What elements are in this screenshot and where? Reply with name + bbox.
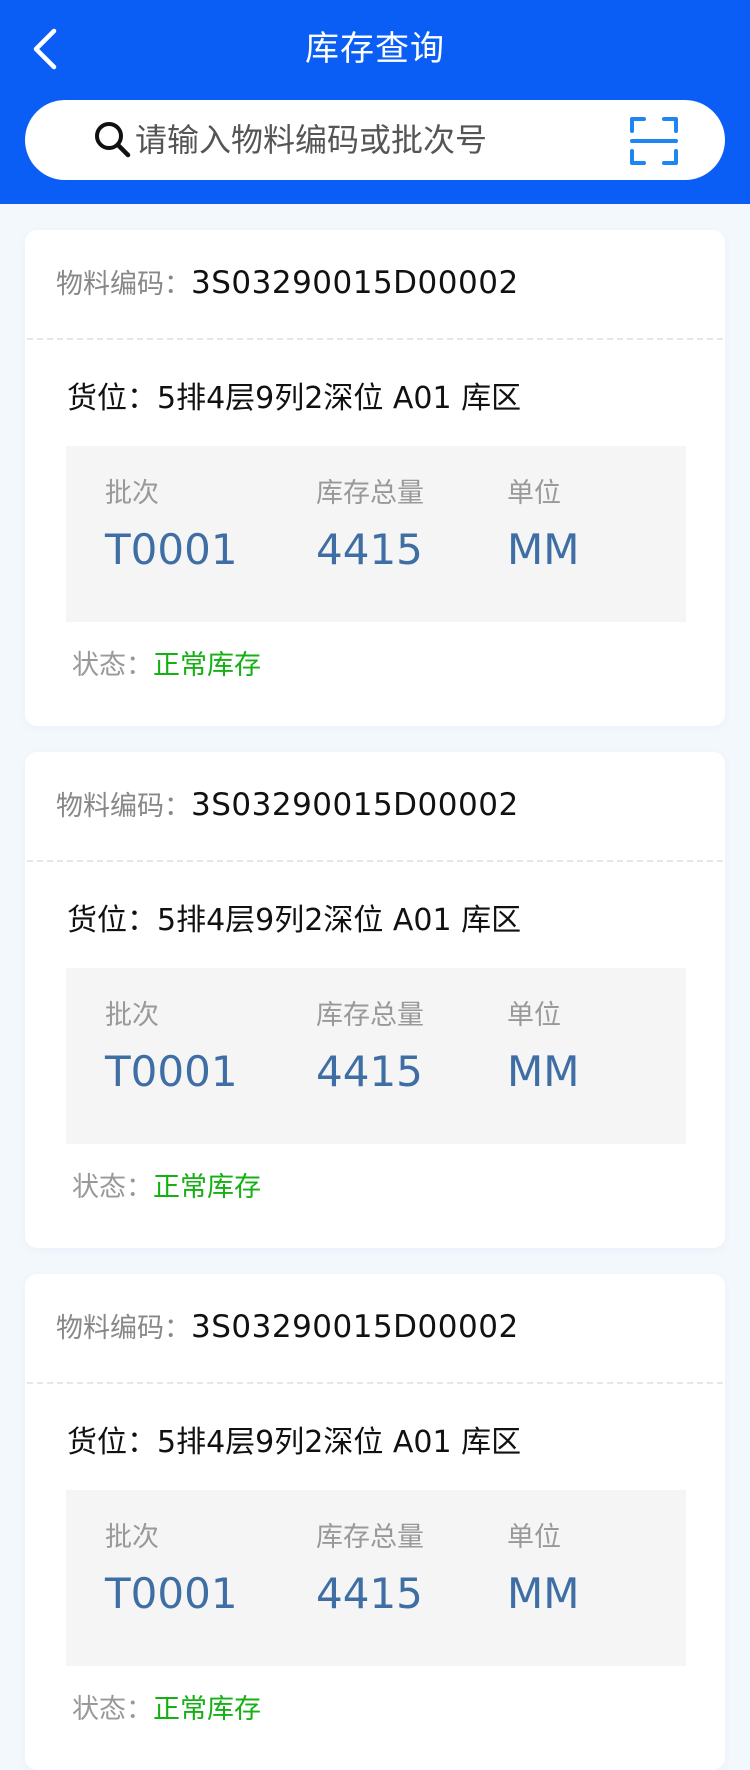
unit-value: MM bbox=[507, 1569, 580, 1618]
batch-label: 批次 bbox=[105, 1522, 159, 1553]
unit-value: MM bbox=[507, 525, 580, 574]
material-code-row: 物料编码：3S03290015D00002 bbox=[56, 1302, 519, 1352]
nav-header: 库存查询 bbox=[0, 0, 750, 204]
inventory-card[interactable]: 物料编码：3S03290015D00002 货位：5排4层9列2深位 A01 库… bbox=[25, 752, 725, 1248]
stock-info-box: 批次 T0001 库存总量 4415 单位 MM bbox=[66, 968, 686, 1144]
search-input[interactable] bbox=[135, 112, 615, 168]
divider bbox=[27, 1382, 723, 1384]
location-label: 货位： bbox=[67, 903, 157, 938]
total-stock-value: 4415 bbox=[316, 1569, 423, 1618]
total-stock-value: 4415 bbox=[316, 525, 423, 574]
status-label: 状态： bbox=[72, 650, 153, 681]
status-label: 状态： bbox=[72, 1172, 153, 1203]
total-stock-column: 库存总量 4415 bbox=[316, 1520, 424, 1622]
location-label: 货位： bbox=[67, 1425, 157, 1460]
scan-button[interactable] bbox=[629, 116, 679, 166]
status-value: 正常库存 bbox=[153, 650, 261, 681]
material-code-label: 物料编码： bbox=[56, 269, 191, 300]
divider bbox=[27, 338, 723, 340]
unit-column: 单位 MM bbox=[507, 1520, 579, 1622]
batch-value: T0001 bbox=[105, 1569, 238, 1618]
status-value: 正常库存 bbox=[153, 1694, 261, 1725]
material-code-label: 物料编码： bbox=[56, 791, 191, 822]
total-stock-value: 4415 bbox=[316, 1047, 423, 1096]
material-code-label: 物料编码： bbox=[56, 1313, 191, 1344]
location-row: 货位：5排4层9列2深位 A01 库区 bbox=[67, 898, 521, 944]
total-stock-column: 库存总量 4415 bbox=[316, 476, 424, 578]
material-code-value: 3S03290015D00002 bbox=[191, 1309, 519, 1345]
location-row: 货位：5排4层9列2深位 A01 库区 bbox=[67, 1420, 521, 1466]
status-label: 状态： bbox=[72, 1694, 153, 1725]
material-code-value: 3S03290015D00002 bbox=[191, 787, 519, 823]
unit-value: MM bbox=[507, 1047, 580, 1096]
location-value: 5排4层9列2深位 A01 库区 bbox=[157, 1425, 522, 1460]
unit-label: 单位 bbox=[507, 478, 561, 509]
total-stock-label: 库存总量 bbox=[316, 478, 424, 509]
stock-info-box: 批次 T0001 库存总量 4415 单位 MM bbox=[66, 446, 686, 622]
material-code-row: 物料编码：3S03290015D00002 bbox=[56, 258, 519, 308]
location-value: 5排4层9列2深位 A01 库区 bbox=[157, 381, 522, 416]
location-row: 货位：5排4层9列2深位 A01 库区 bbox=[67, 376, 521, 422]
inventory-card[interactable]: 物料编码：3S03290015D00002 货位：5排4层9列2深位 A01 库… bbox=[25, 230, 725, 726]
search-bar[interactable] bbox=[25, 100, 725, 180]
status-value: 正常库存 bbox=[153, 1172, 261, 1203]
search-icon bbox=[95, 122, 131, 158]
status-row: 状态：正常库存 bbox=[72, 1168, 261, 1211]
batch-column: 批次 T0001 bbox=[105, 476, 238, 578]
unit-label: 单位 bbox=[507, 1522, 561, 1553]
scan-icon bbox=[630, 117, 678, 165]
batch-value: T0001 bbox=[105, 525, 238, 574]
batch-column: 批次 T0001 bbox=[105, 998, 238, 1100]
unit-label: 单位 bbox=[507, 1000, 561, 1031]
batch-label: 批次 bbox=[105, 478, 159, 509]
total-stock-column: 库存总量 4415 bbox=[316, 998, 424, 1100]
page-title: 库存查询 bbox=[305, 29, 445, 69]
unit-column: 单位 MM bbox=[507, 998, 579, 1100]
batch-value: T0001 bbox=[105, 1047, 238, 1096]
status-row: 状态：正常库存 bbox=[72, 1690, 261, 1733]
batch-column: 批次 T0001 bbox=[105, 1520, 238, 1622]
total-stock-label: 库存总量 bbox=[316, 1522, 424, 1553]
material-code-value: 3S03290015D00002 bbox=[191, 265, 519, 301]
location-value: 5排4层9列2深位 A01 库区 bbox=[157, 903, 522, 938]
material-code-row: 物料编码：3S03290015D00002 bbox=[56, 780, 519, 830]
location-label: 货位： bbox=[67, 381, 157, 416]
status-row: 状态：正常库存 bbox=[72, 646, 261, 689]
divider bbox=[27, 860, 723, 862]
inventory-card[interactable]: 物料编码：3S03290015D00002 货位：5排4层9列2深位 A01 库… bbox=[25, 1274, 725, 1770]
total-stock-label: 库存总量 bbox=[316, 1000, 424, 1031]
stock-info-box: 批次 T0001 库存总量 4415 单位 MM bbox=[66, 1490, 686, 1666]
unit-column: 单位 MM bbox=[507, 476, 579, 578]
batch-label: 批次 bbox=[105, 1000, 159, 1031]
